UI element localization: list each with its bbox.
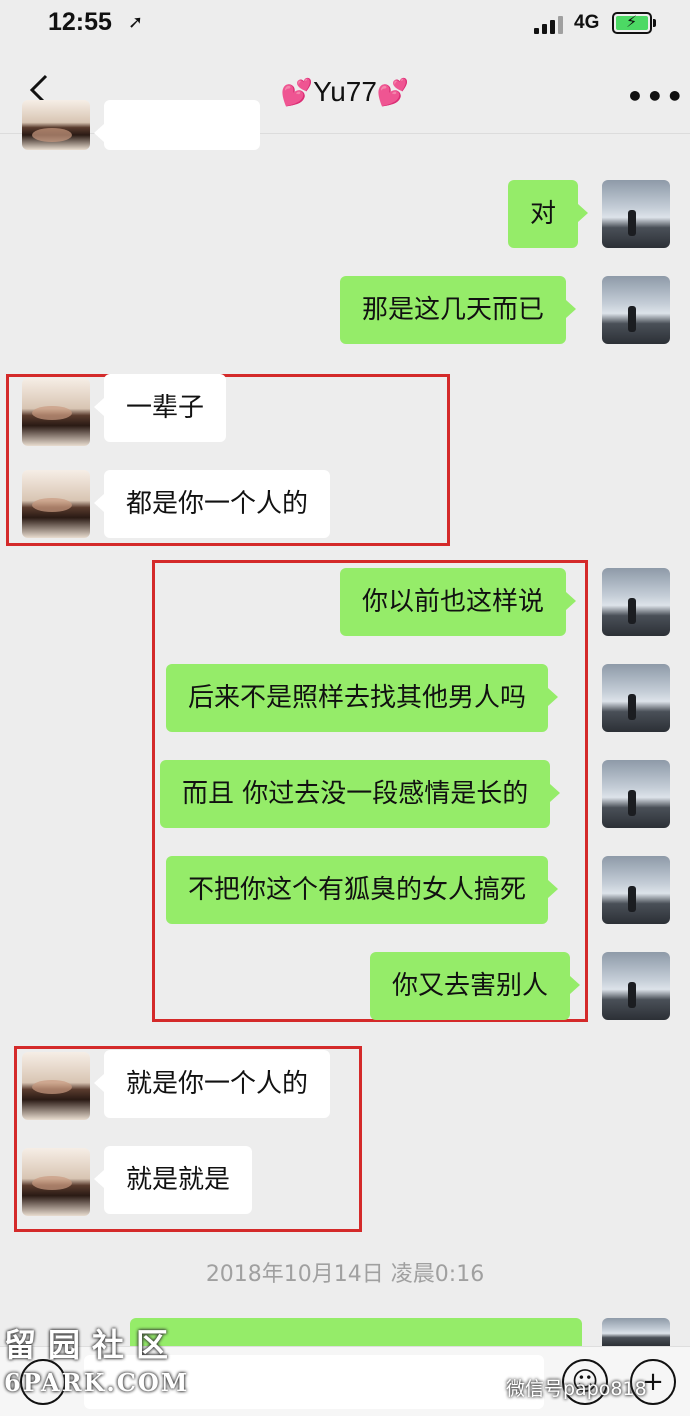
avatar[interactable] [602, 856, 670, 924]
network-type: 4G [574, 12, 600, 33]
signal-icon [534, 14, 568, 34]
heart-icon: 💕 [280, 77, 314, 107]
avatar[interactable] [22, 100, 90, 150]
message-bubble-incoming[interactable]: 一辈子 [93, 374, 227, 442]
avatar[interactable] [602, 1318, 670, 1346]
watermark-text: 微信号papo818 [506, 1378, 647, 1400]
avatar[interactable] [602, 952, 670, 1020]
status-bar: 12:55 ➚ 4G ⚡ [0, 0, 690, 50]
avatar[interactable] [602, 664, 670, 732]
message-bubble-outgoing[interactable]: 你又去害别人 [370, 952, 581, 1020]
message-bubble-outgoing[interactable]: 而且 你过去没一段感情是长的 [160, 760, 561, 828]
message-bubble-incoming[interactable]: 都是你一个人的 [93, 470, 331, 538]
message-bubble-incoming[interactable]: 就是你一个人的 [93, 1050, 331, 1118]
avatar[interactable] [602, 180, 670, 248]
avatar[interactable] [22, 1148, 90, 1216]
message-bubble-outgoing[interactable] [130, 1318, 582, 1346]
status-time: 12:55 [48, 8, 112, 36]
heart-icon: 💕 [376, 77, 410, 107]
message-bubble-incoming[interactable]: 就是就是 [93, 1146, 253, 1214]
message-bubble-incoming[interactable] [94, 100, 260, 150]
message-bubble-outgoing[interactable]: 你以前也这样说 [340, 568, 577, 636]
avatar[interactable] [602, 760, 670, 828]
battery-charging-icon: ⚡ [612, 12, 656, 34]
avatar[interactable] [602, 568, 670, 636]
watermark-logo: 留园社区 6PARK.COM [4, 1326, 190, 1397]
avatar[interactable] [22, 1052, 90, 1120]
message-bubble-outgoing[interactable]: 那是这几天而已 [340, 276, 577, 344]
location-arrow-icon: ➚ [128, 12, 144, 33]
more-options-button[interactable]: ••• [626, 80, 686, 113]
contact-name: Yu77 [313, 76, 377, 107]
chat-timestamp: 2018年10月14日 凌晨0:16 [205, 1262, 485, 1287]
avatar[interactable] [602, 276, 670, 344]
avatar[interactable] [22, 470, 90, 538]
avatar[interactable] [22, 378, 90, 446]
message-bubble-outgoing[interactable]: 对 [508, 180, 589, 248]
message-bubble-outgoing[interactable]: 不把你这个有狐臭的女人搞死 [166, 856, 559, 924]
message-bubble-outgoing[interactable]: 后来不是照样去找其他男人吗 [166, 664, 559, 732]
